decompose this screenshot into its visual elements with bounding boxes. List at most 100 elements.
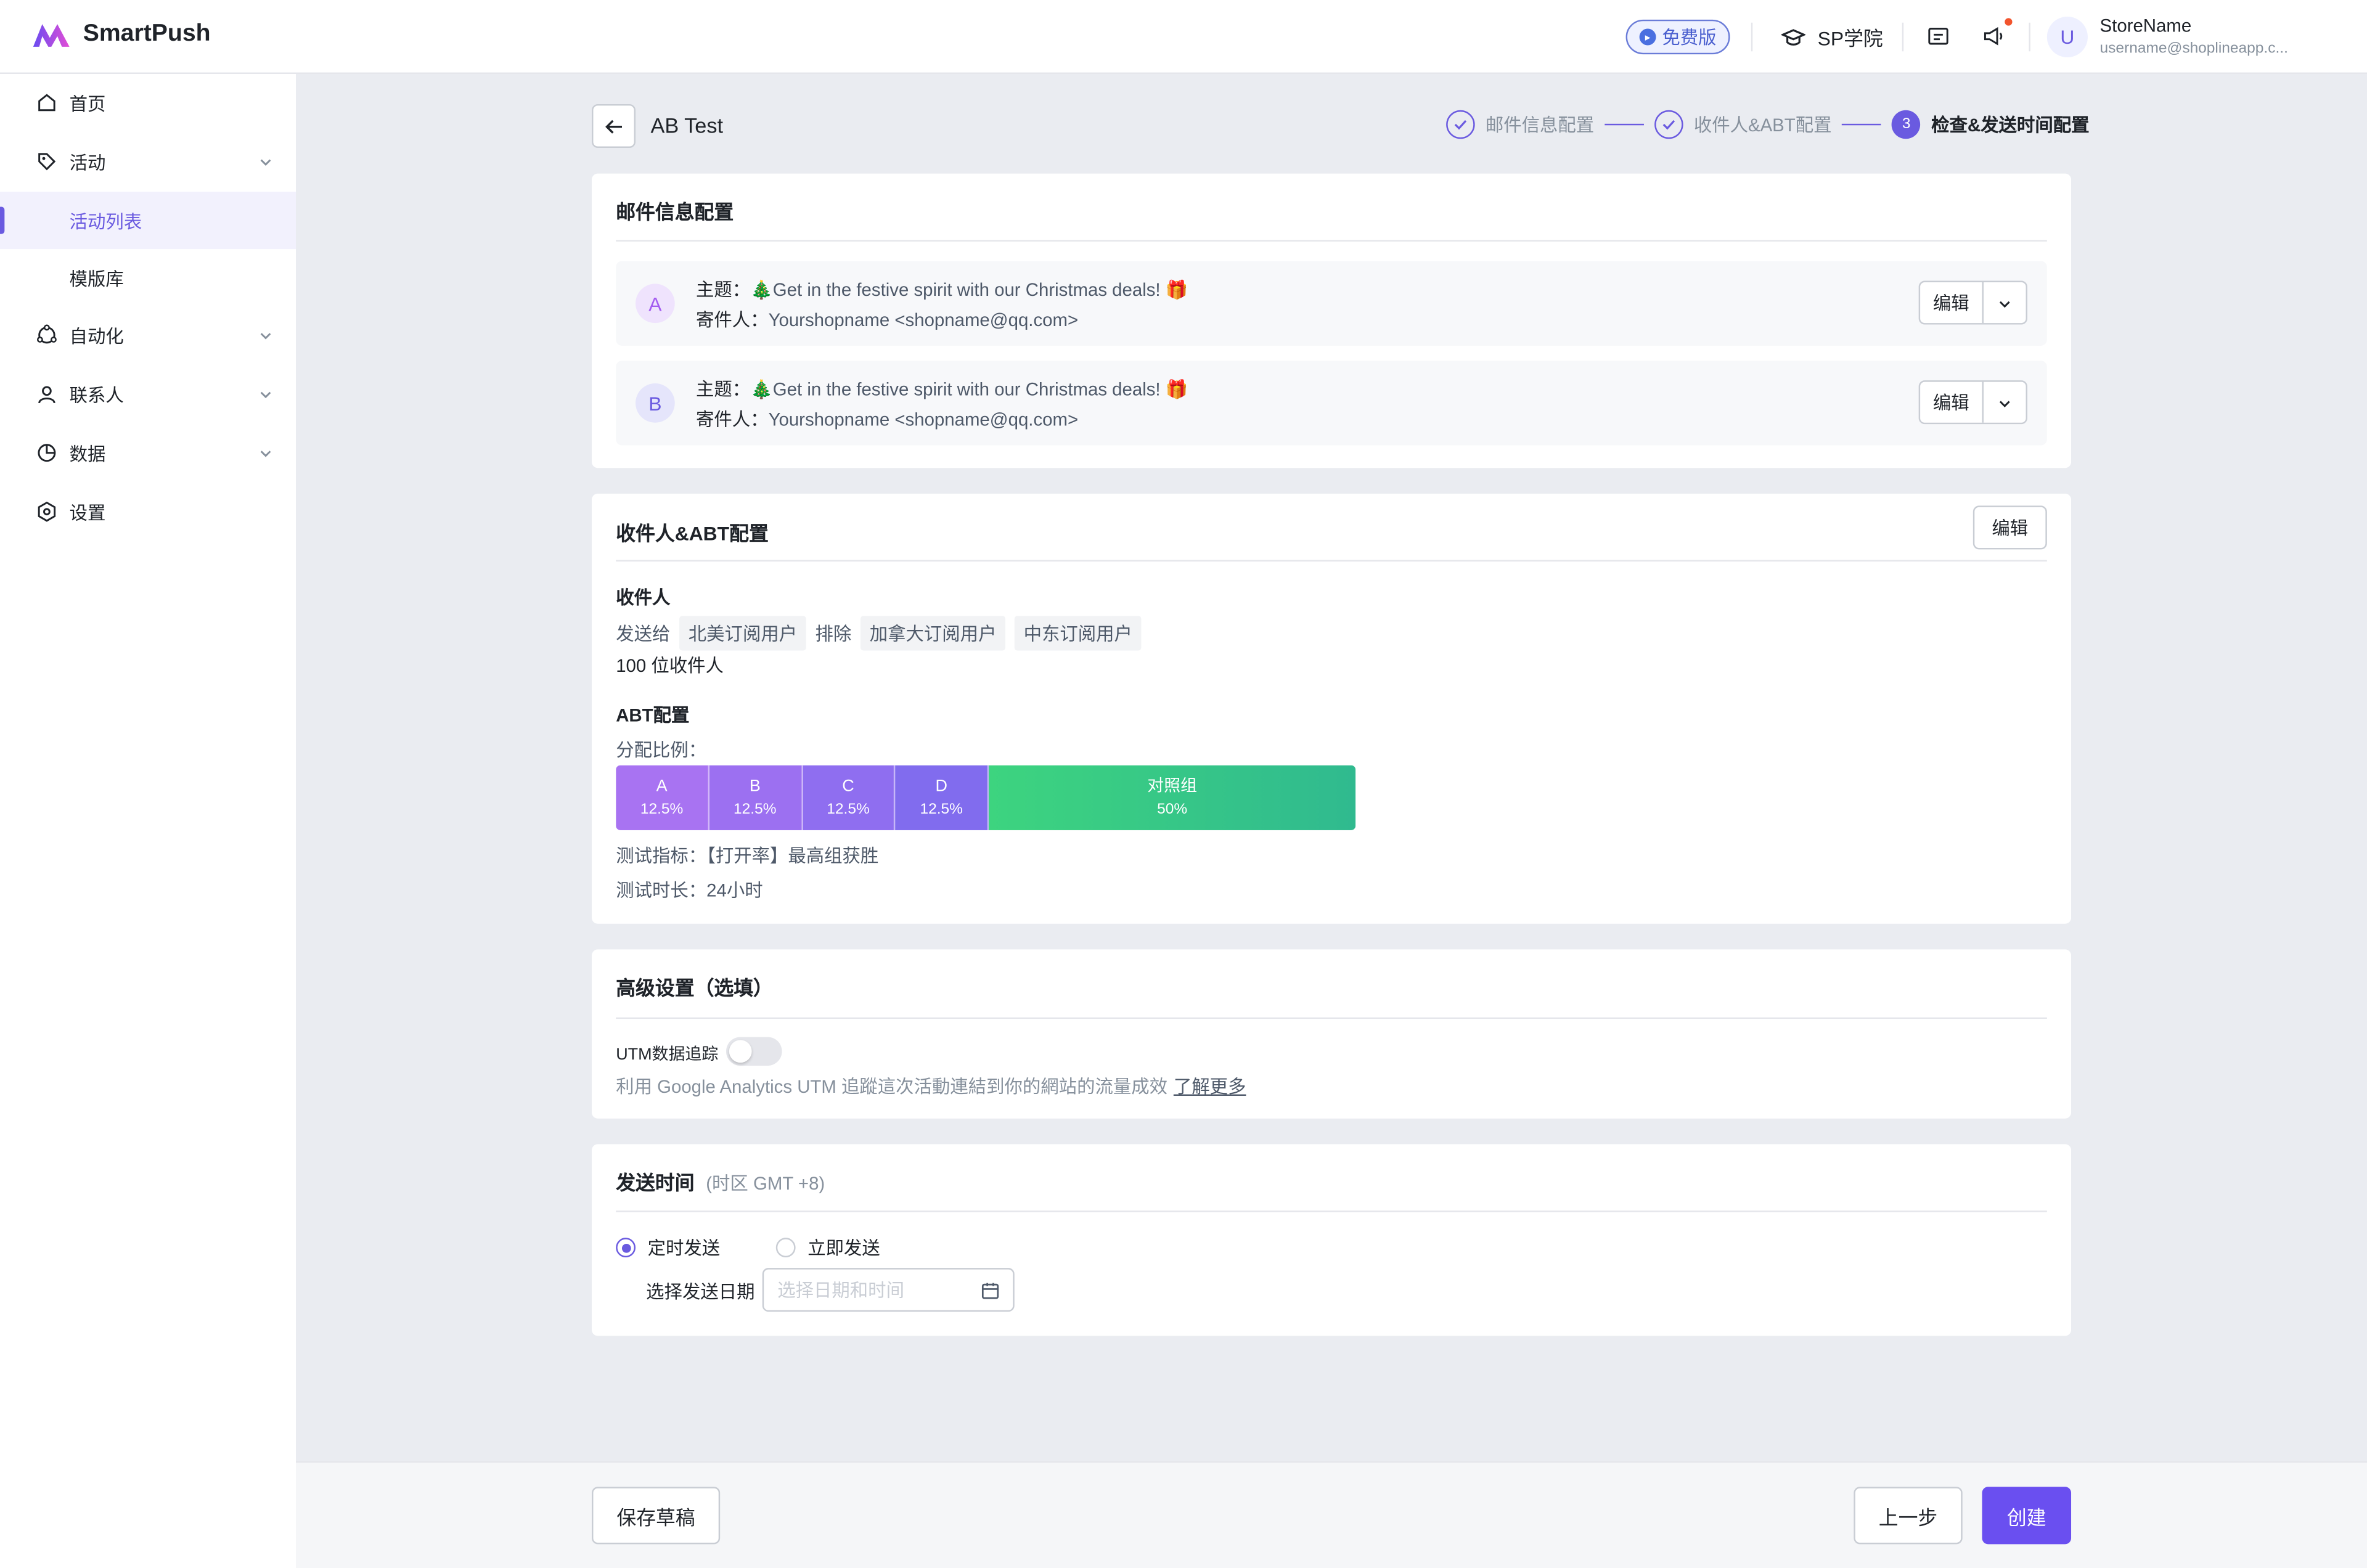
previous-step-button[interactable]: 上一步 — [1854, 1487, 1963, 1545]
segment-a: A 12.5% — [616, 765, 709, 830]
segment-control: 对照组 50% — [989, 765, 1356, 830]
sidebar-item-label: 活动列表 — [69, 210, 142, 232]
plan-badge[interactable]: ▸ 免费版 — [1625, 19, 1730, 55]
recipient-count: 100 位收件人 — [616, 655, 724, 677]
exclude-tag: 加拿大订阅用户 — [861, 616, 1006, 651]
variant-sender: 寄件人：Yourshopname <shopname@qq.com> — [696, 406, 1078, 432]
sidebar-item-data[interactable]: 数据 — [0, 424, 296, 481]
sidebar-item-label: 联系人 — [69, 384, 124, 406]
sidebar-item-campaign-list[interactable]: 活动列表 — [0, 192, 296, 250]
recipients-abt-card: 收件人&ABT配置 编辑 收件人 发送给 北美订阅用户 排除 加拿大订阅用户 中… — [592, 493, 2072, 924]
sidebar-item-label: 活动 — [69, 152, 106, 173]
user-icon — [38, 386, 55, 404]
sidebar-item-home[interactable]: 首页 — [0, 74, 296, 131]
variant-badge: A — [636, 284, 675, 324]
section-title: 收件人&ABT配置 — [616, 522, 769, 545]
sidebar-item-templates[interactable]: 模版库 — [0, 249, 296, 306]
variant-subject: 主题：🎄Get in the festive spirit with our C… — [696, 276, 1188, 302]
more-dropdown-button[interactable] — [1984, 282, 2026, 323]
ratio-label: 分配比例： — [616, 740, 707, 761]
save-draft-button[interactable]: 保存草稿 — [592, 1487, 721, 1545]
step-connector — [1842, 123, 1882, 126]
radio-label: 立即发送 — [807, 1238, 880, 1259]
home-icon — [38, 94, 55, 112]
sidebar-item-contacts[interactable]: 联系人 — [0, 365, 296, 423]
chevron-down-icon — [260, 451, 271, 457]
segment-name: D — [935, 777, 947, 795]
utm-label: UTM数据追踪 — [616, 1046, 719, 1064]
sidebar-item-label: 数据 — [69, 443, 106, 465]
user-email: username@shoplineapp.c... — [2099, 41, 2288, 58]
toggle-knob — [729, 1040, 752, 1063]
radio-selected-icon — [616, 1238, 636, 1258]
sidebar-item-label: 首页 — [69, 92, 106, 114]
message-icon[interactable] — [1926, 24, 1950, 48]
step-number: 3 — [1892, 110, 1921, 139]
sender-value: Yourshopname <shopname@qq.com> — [768, 409, 1079, 430]
notification-dot — [2005, 18, 2013, 26]
radio-label: 定时发送 — [647, 1238, 721, 1259]
chevron-down-icon — [1999, 400, 2010, 407]
date-time-picker[interactable]: 选择日期和时间 — [762, 1268, 1015, 1312]
scheduled-radio[interactable]: 定时发送 — [616, 1235, 720, 1260]
immediate-radio[interactable]: 立即发送 — [775, 1235, 880, 1260]
app-name: SmartPush — [83, 21, 211, 47]
plan-icon: ▸ — [1639, 28, 1656, 46]
segment-name: B — [749, 777, 761, 795]
automation-icon — [37, 324, 57, 344]
test-duration: 测试时长：24小时 — [616, 880, 763, 902]
recipients-label: 收件人 — [616, 587, 671, 608]
divider — [616, 1211, 2047, 1212]
academy-link[interactable]: SP学院 — [1781, 23, 1883, 52]
calendar-icon — [981, 1283, 999, 1299]
send-time-title: 发送时间 — [616, 1171, 695, 1194]
app-logo[interactable]: SmartPush — [31, 21, 211, 48]
step-label: 收件人&ABT配置 — [1693, 115, 1832, 136]
edit-button[interactable]: 编辑 — [1973, 505, 2047, 550]
segment-c: C 12.5% — [802, 765, 896, 830]
top-bar: SmartPush ▸ 免费版 SP学院 U StoreName usernam… — [0, 0, 2367, 75]
exclude-tag: 中东订阅用户 — [1014, 616, 1142, 651]
create-button[interactable]: 创建 — [1982, 1487, 2072, 1545]
segment-b: B 12.5% — [709, 765, 803, 830]
header-divider — [1751, 22, 1753, 52]
segment-percent: 12.5% — [920, 801, 963, 818]
segment-name: 对照组 — [1147, 777, 1198, 795]
sidebar-item-settings[interactable]: 设置 — [0, 483, 296, 541]
header-divider — [2029, 22, 2030, 52]
step-connector — [1605, 123, 1644, 126]
avatar[interactable]: U — [2046, 16, 2088, 58]
chevron-up-icon — [260, 159, 271, 166]
step-done-icon — [1654, 110, 1683, 139]
tag-icon — [38, 153, 56, 171]
academy-label: SP学院 — [1817, 27, 1883, 50]
variant-subject: 主题：🎄Get in the festive spirit with our C… — [696, 376, 1188, 402]
announcement-icon[interactable] — [1982, 24, 2006, 48]
sidebar-item-campaigns[interactable]: 活动 — [0, 133, 296, 190]
sidebar-item-automation[interactable]: 自动化 — [0, 306, 296, 364]
store-name[interactable]: StoreName — [2100, 15, 2192, 36]
send-to-label: 发送给 — [616, 623, 671, 645]
learn-more-link[interactable]: 了解更多 — [1174, 1073, 1246, 1099]
logo-icon — [33, 24, 70, 47]
sidebar-item-label: 模版库 — [69, 267, 124, 289]
arrow-left-icon — [604, 119, 621, 133]
sender-value: Yourshopname <shopname@qq.com> — [768, 309, 1079, 331]
variant-sender: 寄件人：Yourshopname <shopname@qq.com> — [696, 306, 1078, 332]
step-done-icon — [1446, 110, 1475, 139]
utm-toggle[interactable] — [726, 1037, 782, 1066]
date-label: 选择发送日期 — [646, 1281, 755, 1303]
variant-badge: B — [636, 383, 675, 423]
sender-key: 寄件人： — [695, 409, 769, 430]
subject-value: 🎄Get in the festive spirit with our Chri… — [750, 378, 1188, 400]
divider — [616, 240, 2047, 242]
sidebar-item-label: 自动化 — [69, 325, 124, 347]
section-title: 高级设置（选填） — [616, 976, 773, 1000]
edit-button[interactable]: 编辑 — [1920, 282, 1984, 324]
edit-button[interactable]: 编辑 — [1920, 382, 1984, 423]
sidebar: 首页 活动 活动列表 模版库 自动化 联系人 数据 设置 — [0, 74, 296, 1568]
more-dropdown-button[interactable] — [1984, 382, 2026, 423]
back-button[interactable] — [592, 104, 636, 149]
pie-chart-icon — [38, 444, 56, 462]
abt-label: ABT配置 — [616, 704, 690, 726]
